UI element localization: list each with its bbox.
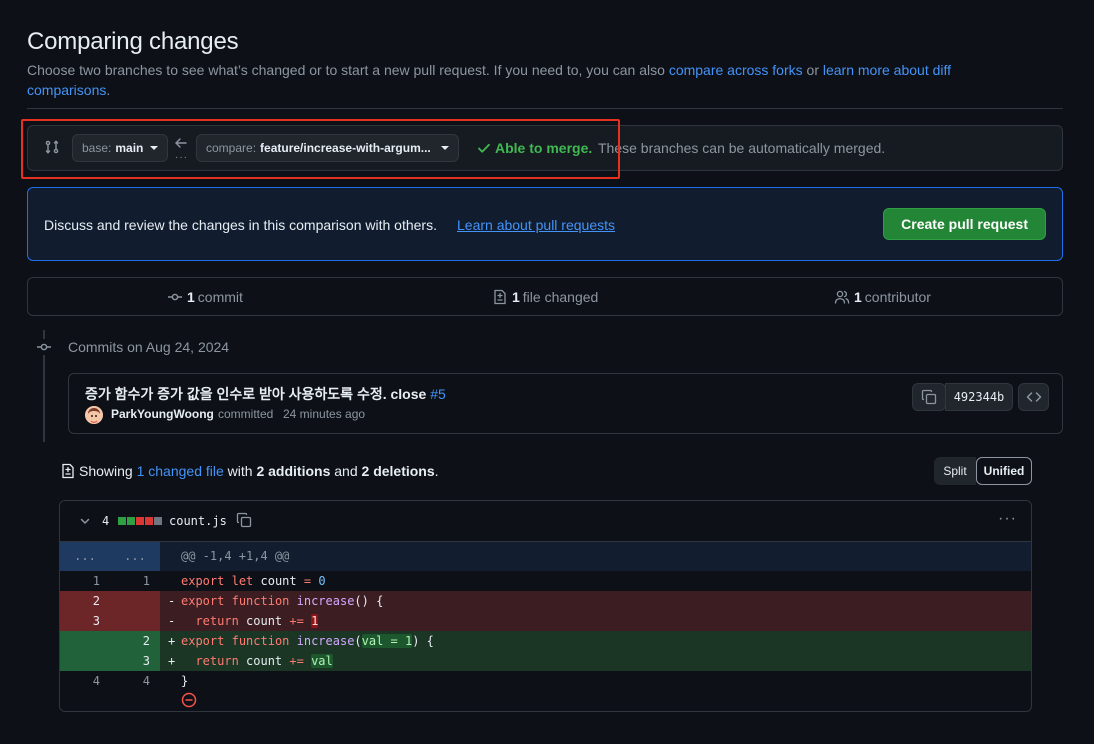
copy-sha-button[interactable] bbox=[912, 383, 946, 411]
copy-path-icon[interactable] bbox=[236, 512, 252, 528]
code-line: return count += val bbox=[195, 654, 333, 668]
diff-line-del: 2 - export function increase() { bbox=[60, 591, 1031, 611]
contributors-stat[interactable]: 1 contributor bbox=[834, 278, 931, 315]
old-line-number[interactable] bbox=[60, 651, 110, 671]
file-name-link[interactable]: count.js bbox=[169, 514, 227, 528]
diffstat-block-add bbox=[127, 517, 135, 525]
discuss-text: Discuss and review the changes in this c… bbox=[44, 217, 437, 233]
commit-sha-link[interactable]: 492344b bbox=[945, 383, 1013, 411]
new-line-number[interactable]: 4 bbox=[110, 671, 160, 691]
old-line-number[interactable]: 4 bbox=[60, 671, 110, 691]
diff-line-add: 2 + export function increase(val = 1) { bbox=[60, 631, 1031, 651]
split-view-button[interactable]: Split bbox=[934, 457, 976, 485]
commit-time: 24 minutes ago bbox=[283, 407, 366, 421]
expand-down-button[interactable]: ... bbox=[110, 542, 160, 571]
contributors-count: 1 bbox=[854, 288, 862, 305]
discuss-banner: Discuss and review the changes in this c… bbox=[27, 187, 1063, 261]
commits-count: 1 bbox=[187, 288, 195, 305]
summary-and: and bbox=[330, 463, 362, 479]
hunk-header-row: ... ... @@ -1,4 +1,4 @@ bbox=[60, 542, 1031, 571]
diffstat-block-del bbox=[145, 517, 153, 525]
diff-view-toggle: Split Unified bbox=[934, 457, 1032, 485]
description-or-text: or bbox=[802, 62, 823, 78]
code-icon bbox=[1026, 389, 1042, 405]
diffstat-block-del bbox=[136, 517, 144, 525]
deletions-count: 2 deletions bbox=[361, 463, 435, 479]
diff-line-ctx: 4 4} bbox=[60, 671, 1031, 691]
files-label: file changed bbox=[522, 288, 599, 305]
file-header: 4 count.js ··· bbox=[60, 501, 1031, 542]
commit-action: committed bbox=[218, 407, 274, 421]
people-icon bbox=[834, 289, 850, 305]
diff-line-del: 3 - return count += 1 bbox=[60, 611, 1031, 631]
page-description: Choose two branches to see what’s change… bbox=[27, 60, 1017, 100]
new-line-number[interactable]: 3 bbox=[110, 651, 160, 671]
code-line: } bbox=[181, 674, 189, 688]
summary-period: . bbox=[434, 463, 439, 479]
new-line-number[interactable] bbox=[110, 591, 160, 611]
kebab-menu-icon[interactable]: ··· bbox=[998, 510, 1017, 528]
files-changed-stat[interactable]: 1 file changed bbox=[492, 278, 598, 315]
commits-date-heading: Commits on Aug 24, 2024 bbox=[68, 339, 230, 355]
old-line-number[interactable]: 3 bbox=[60, 611, 110, 631]
commits-label: commit bbox=[197, 288, 243, 305]
diff-sign: - bbox=[168, 614, 176, 628]
diff-line-ctx: 1 1 export let count = 0 bbox=[60, 571, 1031, 591]
additions-count: 2 additions bbox=[256, 463, 331, 479]
code-line: export function increase(val = 1) { bbox=[181, 634, 434, 648]
unified-view-button[interactable]: Unified bbox=[976, 457, 1032, 485]
new-line-number[interactable] bbox=[110, 611, 160, 631]
commits-stat[interactable]: 1 commit bbox=[167, 278, 243, 315]
diffstat-block-neutral bbox=[154, 517, 162, 525]
changed-files-link[interactable]: 1 changed file bbox=[137, 463, 224, 479]
expand-up-button[interactable]: ... bbox=[60, 542, 110, 571]
diff-sign: + bbox=[168, 634, 176, 648]
hunk-header: @@ -1,4 +1,4 @@ bbox=[181, 549, 290, 563]
diffstat-block-add bbox=[118, 517, 126, 525]
issue-link[interactable]: #5 bbox=[430, 386, 446, 402]
comparison-stats: 1 commit 1 file changed 1 contributor bbox=[27, 277, 1063, 316]
file-diff-icon bbox=[492, 289, 508, 305]
avatar[interactable] bbox=[85, 406, 103, 424]
page-title: Comparing changes bbox=[27, 28, 239, 55]
header-divider bbox=[27, 108, 1063, 109]
diffstat-bar bbox=[118, 517, 162, 525]
commit-icon bbox=[36, 339, 52, 355]
files-count: 1 bbox=[512, 288, 520, 305]
learn-about-pull-requests-link[interactable]: Learn about pull requests bbox=[457, 217, 615, 233]
commit-icon bbox=[167, 289, 183, 305]
browse-code-button[interactable] bbox=[1018, 383, 1049, 411]
copy-icon bbox=[921, 389, 937, 405]
diff-sign: + bbox=[168, 654, 176, 668]
old-line-number[interactable] bbox=[60, 631, 110, 651]
file-diff-icon bbox=[60, 463, 76, 479]
code-line: return count += 1 bbox=[195, 614, 319, 628]
old-line-number[interactable]: 2 bbox=[60, 591, 110, 611]
description-period: . bbox=[106, 82, 111, 98]
summary-showing: Showing bbox=[79, 463, 137, 479]
highlight-annotation bbox=[21, 119, 620, 179]
description-text: Choose two branches to see what’s change… bbox=[27, 62, 669, 78]
commit-message-text[interactable]: 증가 함수가 증가 값을 인수로 받아 사용하도록 수정. close bbox=[85, 386, 430, 402]
summary-with: with bbox=[223, 463, 257, 479]
diff-line-add: 3 + return count += val bbox=[60, 651, 1031, 671]
no-newline-icon bbox=[181, 692, 197, 708]
merge-status-detail: These branches can be automatically merg… bbox=[598, 140, 886, 156]
diff-sign: - bbox=[168, 594, 176, 608]
code-line: export function increase() { bbox=[181, 594, 384, 608]
create-pull-request-button[interactable]: Create pull request bbox=[883, 208, 1046, 240]
chevron-down-icon[interactable] bbox=[79, 515, 91, 527]
old-line-number[interactable]: 1 bbox=[60, 571, 110, 591]
diff-summary: Showing 1 changed file with 2 additions … bbox=[79, 463, 439, 479]
new-line-number[interactable]: 2 bbox=[110, 631, 160, 651]
compare-across-forks-link[interactable]: compare across forks bbox=[669, 62, 803, 78]
commit-card: 증가 함수가 증가 값을 인수로 받아 사용하도록 수정. close #5 P… bbox=[68, 373, 1063, 434]
file-change-count: 4 bbox=[102, 514, 110, 528]
contributors-label: contributor bbox=[864, 288, 931, 305]
new-line-number[interactable]: 1 bbox=[110, 571, 160, 591]
code-line: export let count = 0 bbox=[181, 574, 326, 588]
commit-message[interactable]: 증가 함수가 증가 값을 인수로 받아 사용하도록 수정. close #5 bbox=[85, 384, 446, 404]
commit-author-link[interactable]: ParkYoungWoong bbox=[111, 407, 214, 421]
diff-file: 4 count.js ··· ... ... @@ -1,4 +1,4 @@ 1… bbox=[59, 500, 1032, 712]
